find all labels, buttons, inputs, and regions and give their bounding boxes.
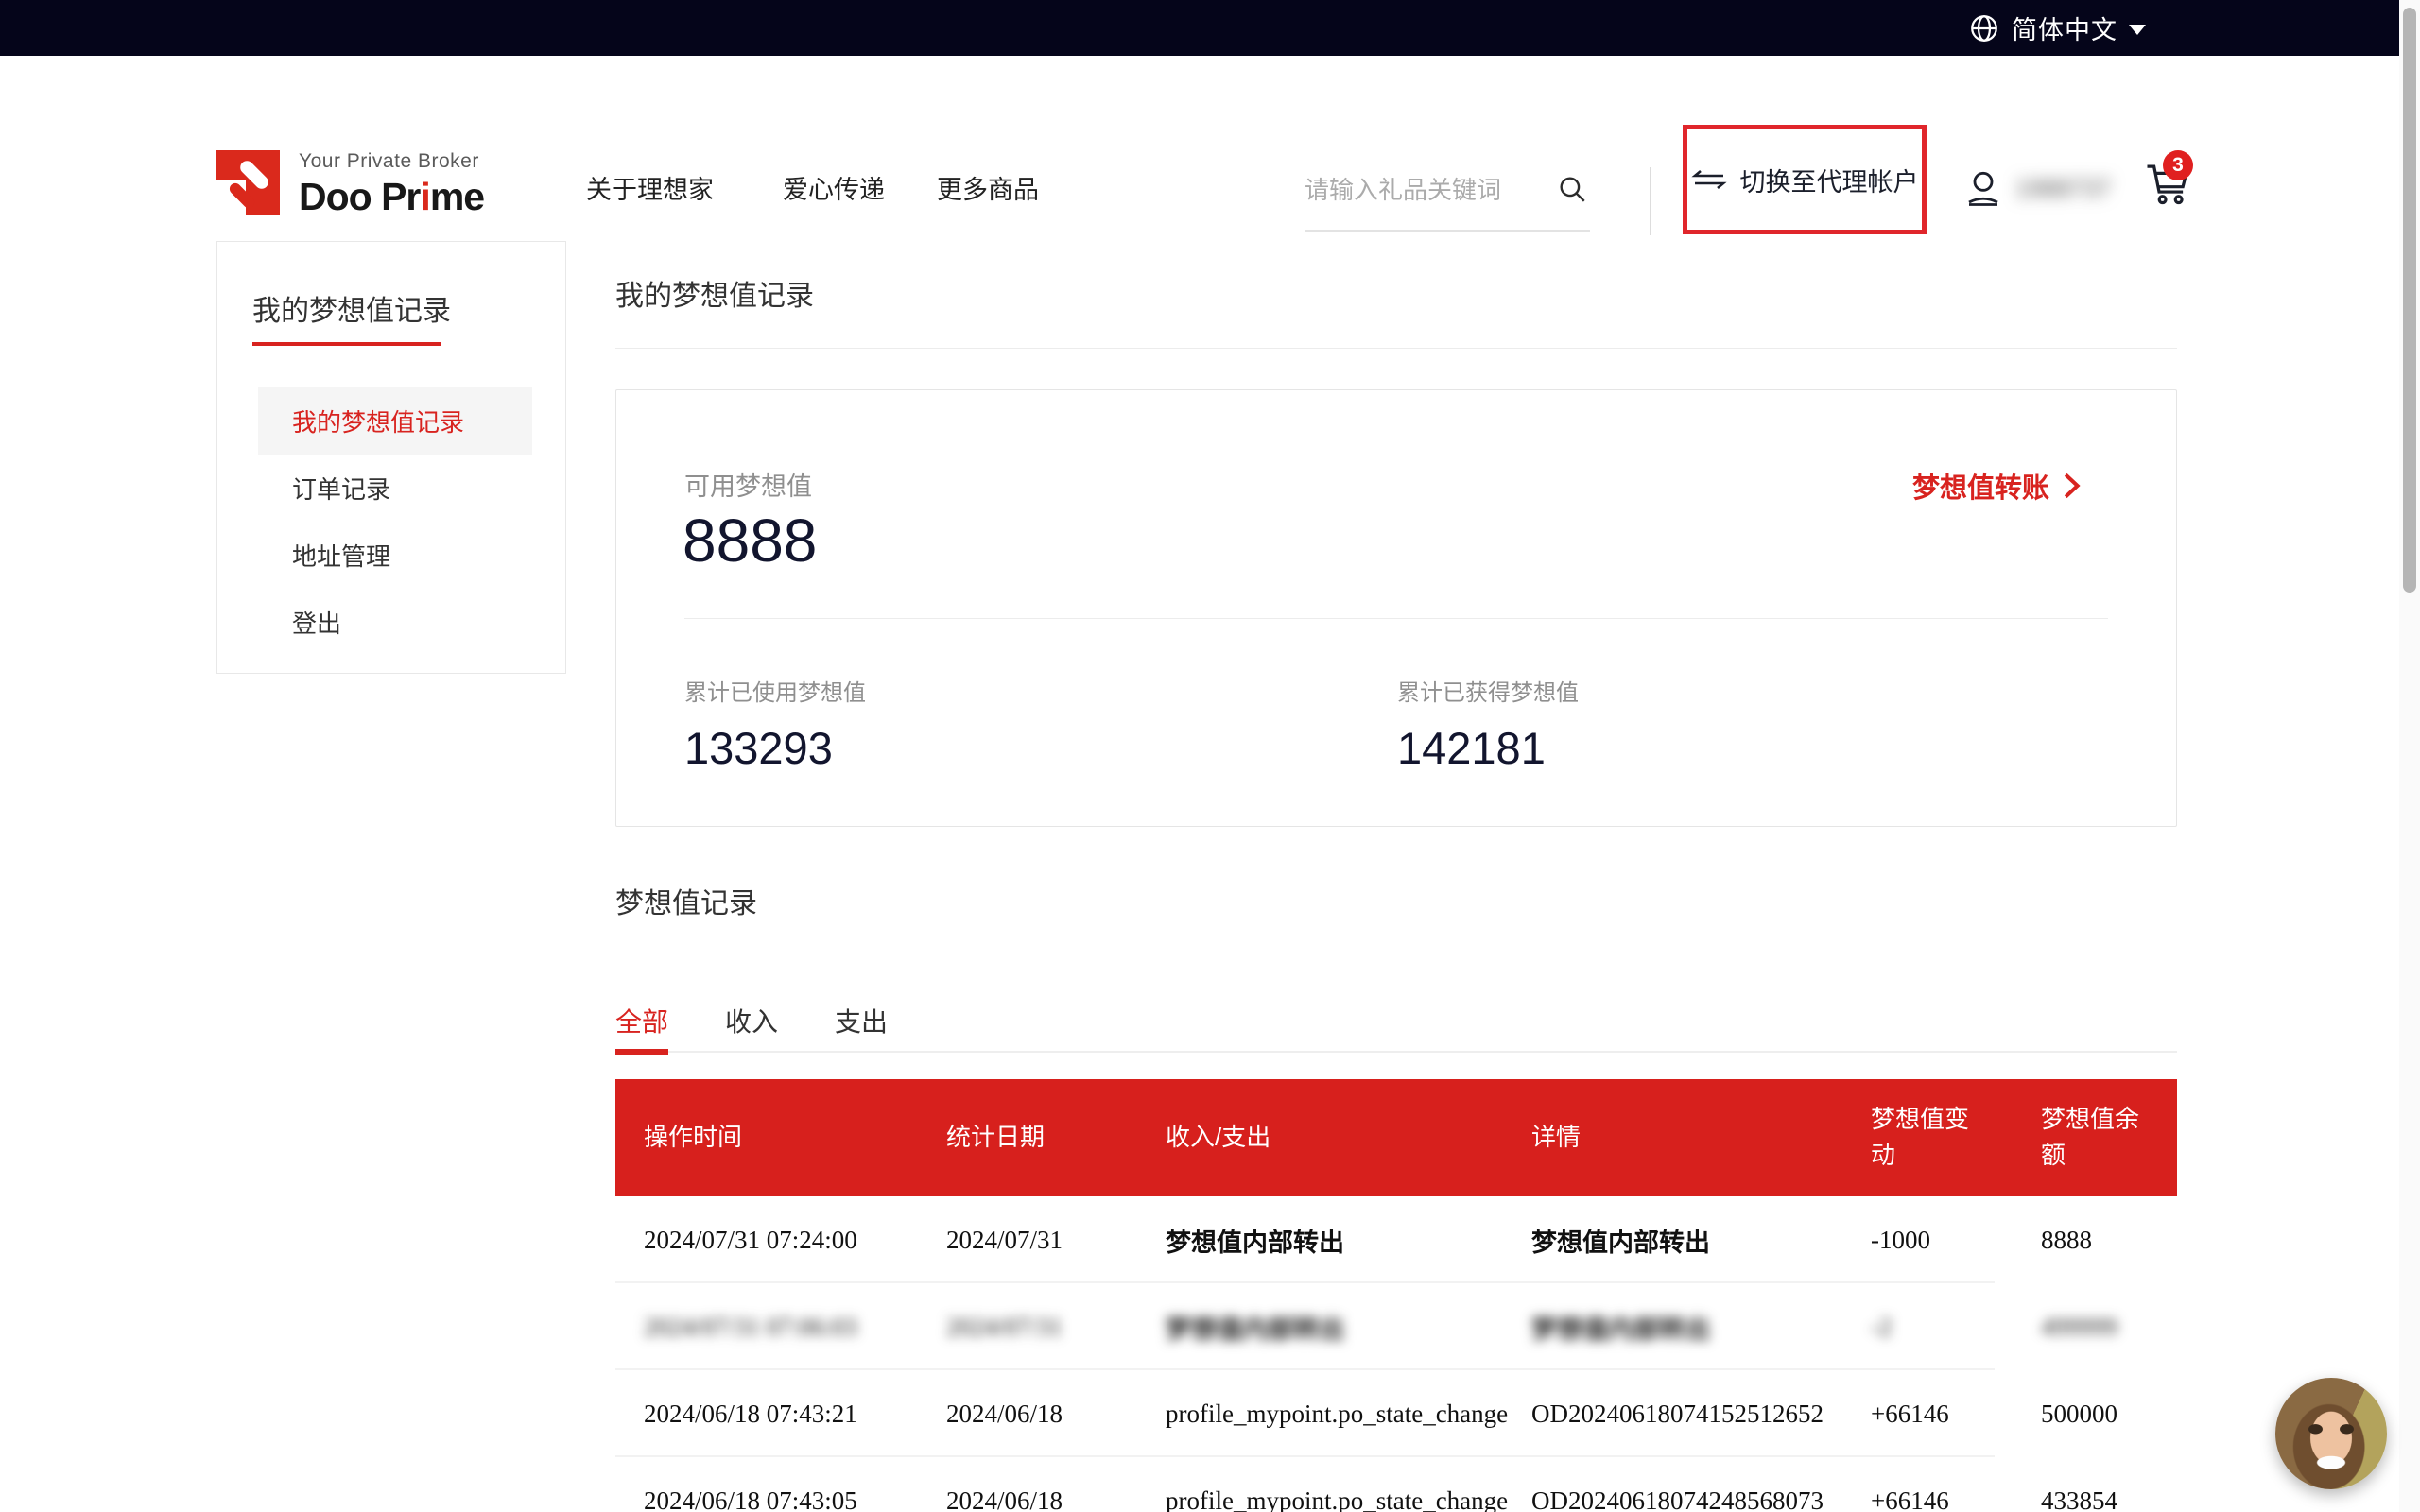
logo-text: Your Private Broker Doo Prime xyxy=(299,150,484,219)
cell-detail: OD20240618074152512652 xyxy=(1531,1400,1871,1429)
language-selector[interactable]: 简体中文 xyxy=(1968,0,2146,56)
cell-change: -2 xyxy=(1871,1313,2041,1342)
col-header-points-change: 梦想值变动 xyxy=(1871,1102,1986,1173)
switch-to-agent-account-button[interactable]: 切换至代理帐户 xyxy=(1683,125,1927,234)
table-row: 2024/07/31 07:24:00 2024/07/31 梦想值内部转出 梦… xyxy=(615,1196,2177,1283)
cell-balance: 499999 xyxy=(2041,1313,2177,1342)
cell-time: 2024/06/18 07:43:21 xyxy=(615,1400,946,1429)
divider xyxy=(684,618,2108,619)
cell-date: 2024/06/18 xyxy=(946,1486,1166,1512)
cell-detail: 梦想值内部转出 xyxy=(1531,1222,1871,1259)
col-header-points-balance: 梦想值余额 xyxy=(2041,1102,2156,1173)
divider xyxy=(615,348,2177,349)
cell-balance: 8888 xyxy=(2041,1226,2177,1255)
cell-change: +66146 xyxy=(1871,1486,2041,1512)
earned-points-label: 累计已获得梦想值 xyxy=(1397,674,1579,707)
cell-balance: 433854 xyxy=(2041,1486,2177,1512)
earned-points-value: 142181 xyxy=(1397,722,1579,774)
cell-type: profile_mypoint.po_state_change xyxy=(1166,1400,1531,1429)
sidebar-item-logout[interactable]: 登出 xyxy=(217,589,565,656)
search-icon[interactable] xyxy=(1556,173,1588,205)
page: 简体中文 Your Private Broker Doo Prime 关于理想家… xyxy=(0,0,2420,1512)
cell-date: 2024/07/31 xyxy=(946,1313,1166,1342)
cell-type: 梦想值内部转出 xyxy=(1166,1222,1531,1259)
cell-time: 2024/06/18 07:43:05 xyxy=(615,1486,946,1512)
records-table: 操作时间 统计日期 收入/支出 详情 梦想值变动 梦想值余额 2024/07/3… xyxy=(615,1079,2177,1512)
available-points-value: 8888 xyxy=(683,506,817,576)
sidebar-item-my-dream-points[interactable]: 我的梦想值记录 xyxy=(258,387,532,455)
nav-item-about[interactable]: 关于理想家 xyxy=(586,169,714,206)
used-points-stat: 累计已使用梦想值 133293 xyxy=(684,674,866,774)
available-points-label: 可用梦想值 xyxy=(684,466,812,503)
table-row-blurred: 2024/07/31 07:06:03 2024/07/31 梦想值内部转出 梦… xyxy=(615,1283,2177,1370)
support-chat-avatar[interactable] xyxy=(2275,1378,2387,1489)
cell-type: profile_mypoint.po_state_change xyxy=(1166,1486,1531,1512)
user-icon xyxy=(1964,167,2002,209)
cell-balance: 500000 xyxy=(2041,1400,2177,1429)
tab-all[interactable]: 全部 xyxy=(615,985,668,1051)
globe-icon xyxy=(1968,12,2000,44)
table-row: 2024/06/18 07:43:05 2024/06/18 profile_m… xyxy=(615,1457,2177,1512)
logo-tagline: Your Private Broker xyxy=(299,150,484,173)
top-bar: 简体中文 xyxy=(0,0,2399,56)
sidebar-title: 我的梦想值记录 xyxy=(252,287,565,329)
sidebar-item-order-history[interactable]: 订单记录 xyxy=(217,455,565,522)
earned-points-stat: 累计已获得梦想值 142181 xyxy=(1397,674,1579,774)
sidebar-title-underline xyxy=(252,342,441,346)
col-header-detail: 详情 xyxy=(1531,1120,1871,1156)
cell-date: 2024/06/18 xyxy=(946,1400,1166,1429)
header-divider xyxy=(1650,167,1651,235)
records-section-title: 梦想值记录 xyxy=(615,880,2177,921)
nav-item-more-products[interactable]: 更多商品 xyxy=(937,169,1039,206)
col-header-stat-date: 统计日期 xyxy=(946,1120,1166,1156)
sidebar: 我的梦想值记录 我的梦想值记录 订单记录 地址管理 登出 xyxy=(216,241,566,674)
cart-button[interactable]: 3 xyxy=(2142,160,2193,209)
search-box xyxy=(1305,162,1590,232)
col-header-operation-time: 操作时间 xyxy=(615,1120,946,1156)
swap-horizontal-icon xyxy=(1691,166,1727,193)
tab-income[interactable]: 收入 xyxy=(725,985,778,1051)
logo-mark-icon xyxy=(216,150,280,215)
cell-change: +66146 xyxy=(1871,1400,2041,1429)
records-tabs: 全部 收入 支出 xyxy=(615,985,2177,1053)
cell-change: -1000 xyxy=(1871,1226,2041,1255)
cart-count-badge: 3 xyxy=(2163,150,2193,180)
dream-points-summary-card: 可用梦想值 8888 梦想值转账 累计已使用梦想值 133293 累计已获得梦想… xyxy=(615,389,2177,827)
scrollbar-thumb[interactable] xyxy=(2403,8,2416,593)
switch-account-label: 切换至代理帐户 xyxy=(1740,162,1919,198)
points-transfer-link[interactable]: 梦想值转账 xyxy=(1912,466,2082,506)
table-row: 2024/06/18 07:43:21 2024/06/18 profile_m… xyxy=(615,1370,2177,1457)
cell-time: 2024/07/31 07:06:03 xyxy=(615,1313,946,1342)
cell-time: 2024/07/31 07:24:00 xyxy=(615,1226,946,1255)
cell-type: 梦想值内部转出 xyxy=(1166,1309,1531,1346)
doo-prime-logo[interactable]: Your Private Broker Doo Prime xyxy=(216,150,484,219)
active-tab-underline xyxy=(615,1049,668,1055)
cell-detail: OD20240618074248568073 xyxy=(1531,1486,1871,1512)
scrollbar-track[interactable] xyxy=(2399,0,2420,1512)
site-header: Your Private Broker Doo Prime 关于理想家 爱心传递… xyxy=(0,56,2399,194)
main-content: 我的梦想值记录 可用梦想值 8888 梦想值转账 累计已使用梦想值 133293… xyxy=(615,272,2177,1512)
used-points-label: 累计已使用梦想值 xyxy=(684,674,866,707)
account-menu[interactable]: 1988737 xyxy=(1964,167,2111,209)
caret-down-icon xyxy=(2129,25,2146,35)
nav-item-charity[interactable]: 爱心传递 xyxy=(783,169,885,206)
cell-date: 2024/07/31 xyxy=(946,1226,1166,1255)
chevron-right-icon xyxy=(2061,472,2082,500)
search-input[interactable] xyxy=(1305,162,1541,218)
page-title: 我的梦想值记录 xyxy=(615,272,2177,314)
used-points-value: 133293 xyxy=(684,722,866,774)
username-masked: 1988737 xyxy=(2015,174,2111,203)
logo-brand: Doo Prime xyxy=(299,175,484,219)
col-header-income-expense: 收入/支出 xyxy=(1166,1120,1531,1156)
sidebar-item-address-management[interactable]: 地址管理 xyxy=(217,522,565,589)
tab-expense[interactable]: 支出 xyxy=(835,985,888,1051)
language-label: 简体中文 xyxy=(2012,9,2118,46)
cell-detail: 梦想值内部转出 xyxy=(1531,1309,1871,1346)
table-header-row: 操作时间 统计日期 收入/支出 详情 梦想值变动 梦想值余额 xyxy=(615,1079,2177,1196)
